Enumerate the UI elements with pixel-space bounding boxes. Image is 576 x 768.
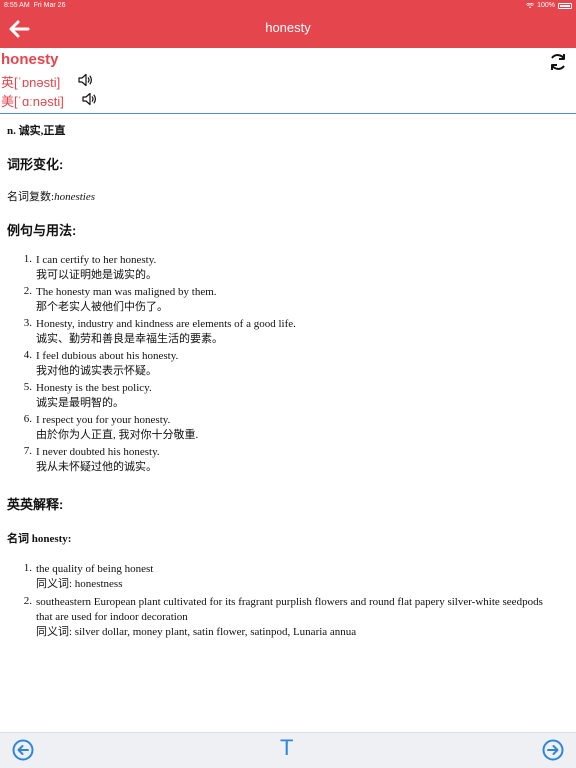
list-item: 5. Honesty is the best policy. 诚实是最明智的。 — [16, 381, 556, 413]
list-item: 2. The honesty man was maligned by them.… — [16, 285, 556, 317]
sense-synonyms: 同义词: honestness — [36, 578, 123, 590]
bottom-toolbar: T — [0, 732, 576, 768]
nav-bar: 8:55 AM Fri Mar 26 100% honesty — [0, 0, 576, 48]
text-size-button[interactable]: T — [280, 735, 293, 761]
example-en: I feel dubious about his honesty. — [36, 350, 179, 362]
sense-definition: southeastern European plant cultivated f… — [36, 596, 543, 623]
examples-heading: 例句与用法: — [7, 223, 77, 238]
list-item: 1. the quality of being honest 同义词: hone… — [16, 562, 556, 592]
word-header: honesty 英[ˈɒnəsti] 美[ˈɑːnəsti] — [0, 48, 576, 114]
plural-label: 名词复数: — [7, 191, 55, 203]
list-item: 6. I respect you for your honesty. 由於你为人… — [16, 413, 556, 445]
previous-button[interactable] — [12, 739, 34, 761]
refresh-icon[interactable] — [548, 52, 568, 72]
example-zh: 由於你为人正直, 我对你十分敬重. — [36, 429, 199, 441]
status-bar: 8:55 AM Fri Mar 26 100% — [0, 0, 576, 12]
example-zh: 诚实是最明智的。 — [36, 397, 124, 409]
uk-phonetic: 英[ˈɒnəsti] — [1, 75, 61, 90]
list-item: 7. I never doubted his honesty. 我从未怀疑过他的… — [16, 445, 556, 477]
english-heading: 英英解释: — [7, 497, 64, 512]
wifi-icon — [526, 2, 535, 8]
speaker-icon[interactable] — [77, 72, 93, 88]
list-item: 4. I feel dubious about his honesty. 我对他… — [16, 349, 556, 381]
list-item: 2. southeastern European plant cultivate… — [16, 595, 556, 640]
inflection-heading: 词形变化: — [7, 157, 64, 172]
battery-percent: 100% — [537, 2, 555, 9]
example-en: Honesty is the best policy. — [36, 382, 152, 394]
example-en: Honesty, industry and kindness are eleme… — [36, 318, 296, 330]
example-zh: 诚实、勤劳和善良是幸福生活的要素。 — [36, 333, 223, 345]
us-phonetic: 美[ˈɑːnəsti] — [1, 94, 64, 109]
example-zh: 那个老实人被他们中伤了。 — [36, 301, 168, 313]
plural-value: honesties — [54, 191, 96, 203]
examples-list: 1. I can certify to her honesty. 我可以证明她是… — [16, 253, 556, 477]
example-zh: 我可以证明她是诚实的。 — [36, 269, 157, 281]
sense-definition: the quality of being honest — [36, 563, 154, 575]
sense-synonyms: 同义词: silver dollar, money plant, satin f… — [36, 626, 357, 638]
example-en: The honesty man was maligned by them. — [36, 286, 217, 298]
main-definition: n. 诚实,正直 — [7, 125, 66, 137]
plural-form: 名词复数:honesties — [7, 188, 95, 204]
next-button[interactable] — [542, 739, 564, 761]
page-title: honesty — [265, 20, 311, 35]
list-item: 3. Honesty, industry and kindness are el… — [16, 317, 556, 349]
pos-label: 名词 honesty: — [7, 533, 72, 545]
status-time: 8:55 AM Fri Mar 26 — [4, 2, 66, 9]
example-zh: 我从未怀疑过他的诚实。 — [36, 461, 157, 473]
example-en: I never doubted his honesty. — [36, 446, 160, 458]
headword: honesty — [1, 51, 59, 68]
example-zh: 我对他的诚实表示怀疑。 — [36, 365, 157, 377]
list-item: 1. I can certify to her honesty. 我可以证明她是… — [16, 253, 556, 285]
status-indicators: 100% — [526, 2, 572, 9]
battery-icon — [558, 2, 572, 9]
example-en: I respect you for your honesty. — [36, 414, 171, 426]
speaker-icon[interactable] — [81, 91, 97, 107]
example-en: I can certify to her honesty. — [36, 254, 157, 266]
